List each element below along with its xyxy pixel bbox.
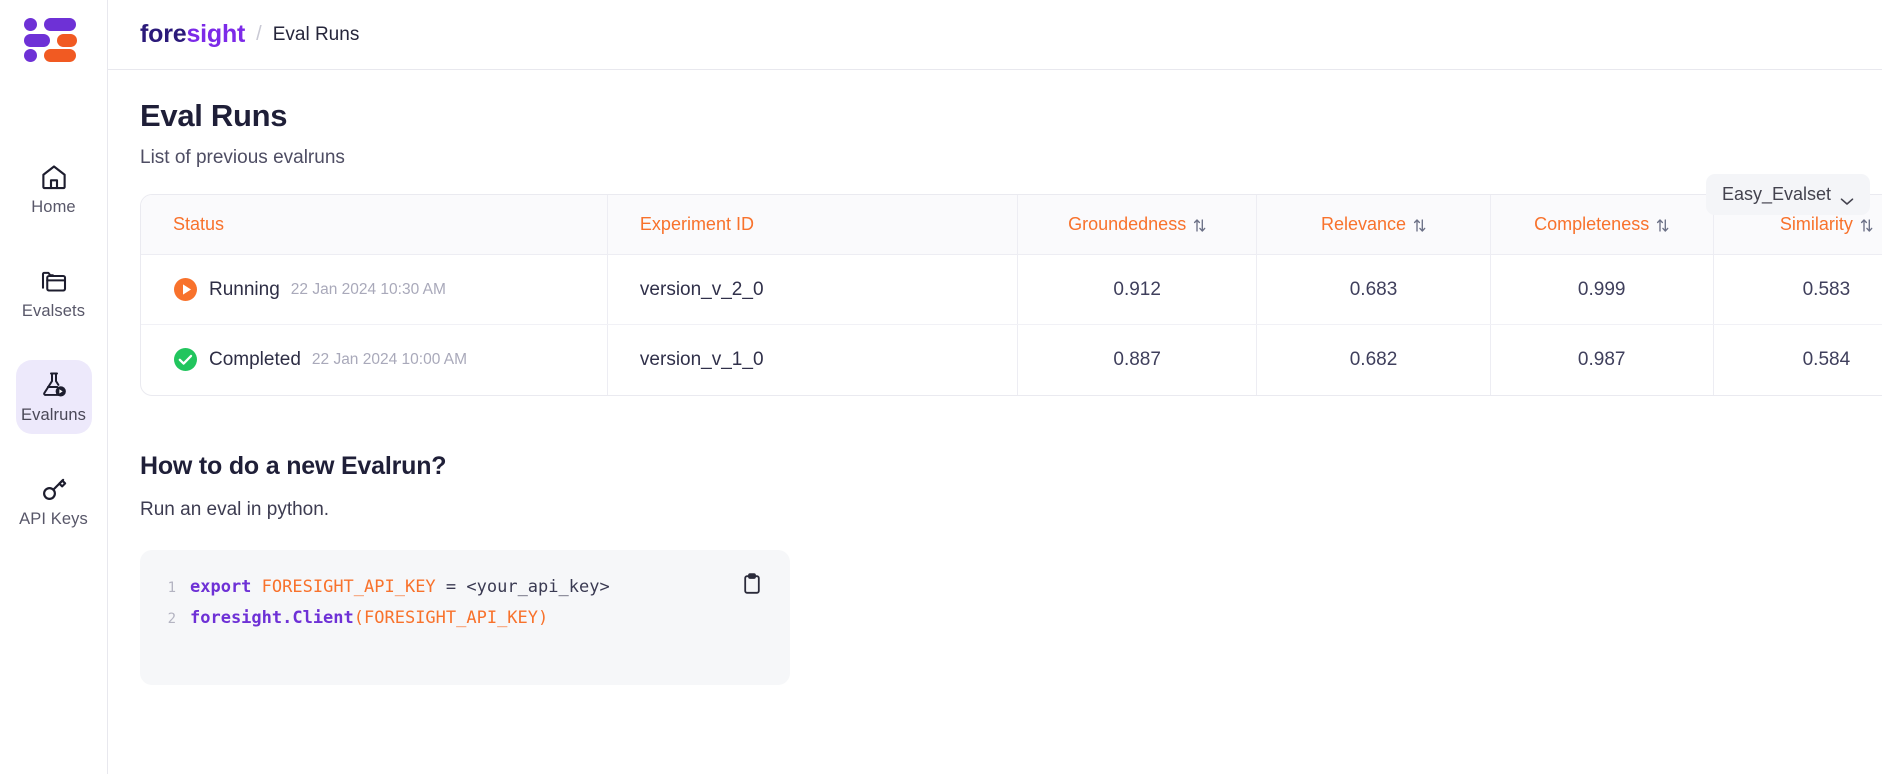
page-subtitle: List of previous evalruns [140, 147, 345, 168]
column-header-label: Completeness [1534, 214, 1650, 234]
main-area: foresight / Eval Runs Eval Runs List of … [108, 0, 1882, 774]
cell-similarity: 0.584 [1802, 348, 1851, 370]
code-line: 2 foresight.Client(FORESIGHT_API_KEY) [140, 603, 790, 634]
evalset-dropdown[interactable]: Easy_Evalset [1705, 174, 1870, 215]
code-token: foresight.Client [190, 607, 354, 628]
evalruns-table: Status Experiment ID Groundedness Releva… [140, 194, 1882, 396]
column-header-label: Groundedness [1068, 214, 1187, 234]
logo-pill-1 [43, 18, 76, 31]
breadcrumb-separator: / [256, 23, 262, 45]
column-header-label: Experiment ID [639, 214, 754, 234]
column-header-experiment-id[interactable]: Experiment ID [607, 195, 1018, 255]
logo-pill-3 [56, 33, 77, 47]
code-token: FORESIGHT_API_KEY [364, 607, 539, 628]
sidebar-item-label: Home [31, 197, 76, 216]
breadcrumb-current: Eval Runs [272, 23, 360, 45]
check-circle-icon [173, 347, 198, 372]
column-header-label: Similarity [1779, 214, 1853, 234]
code-token: FORESIGHT_API_KEY [261, 576, 436, 597]
code-content: foresight.Client(FORESIGHT_API_KEY) [190, 603, 548, 634]
column-header-completeness[interactable]: Completeness [1490, 195, 1714, 255]
code-token: ) [538, 607, 549, 628]
flask-play-icon [39, 370, 69, 400]
column-header-relevance[interactable]: Relevance [1256, 195, 1491, 255]
status-badge: Running [209, 278, 280, 300]
page-content: Eval Runs List of previous evalruns Easy… [108, 70, 1882, 685]
status-timestamp: 22 Jan 2024 10:30 AM [290, 280, 446, 298]
sort-icon[interactable] [1193, 217, 1206, 232]
logo-row-1 [23, 18, 84, 31]
app-root: Home Evalsets Evalruns API Keys foresigh… [0, 0, 1882, 774]
sidebar-item-label: Evalsets [21, 301, 86, 320]
status-timestamp: 22 Jan 2024 10:00 AM [311, 350, 468, 368]
sidebar-item-home[interactable]: Home [16, 152, 92, 226]
code-line: 1 export FORESIGHT_API_KEY = <your_api_k… [140, 572, 790, 603]
howto-title: How to do a new Evalrun? [140, 451, 447, 480]
sidebar-item-evalruns[interactable]: Evalruns [15, 360, 92, 434]
cell-groundedness: 0.887 [1017, 324, 1258, 395]
key-icon [39, 474, 69, 504]
folders-icon [39, 266, 69, 296]
line-number: 2 [167, 610, 176, 627]
code-block: 1 export FORESIGHT_API_KEY = <your_api_k… [140, 549, 790, 685]
sidebar: Home Evalsets Evalruns API Keys [0, 0, 108, 774]
logo-row-3 [23, 49, 84, 62]
status-badge: Completed [209, 348, 301, 370]
home-icon [39, 162, 69, 192]
logo-pill-4 [43, 49, 76, 62]
clipboard-copy-icon[interactable] [740, 572, 764, 596]
sidebar-nav: Home Evalsets Evalruns API Keys [0, 152, 107, 538]
logo-dot-2 [23, 49, 37, 62]
cell-relevance: 0.683 [1256, 254, 1491, 325]
sidebar-item-evalsets[interactable]: Evalsets [16, 256, 92, 330]
table-row[interactable]: Running 22 Jan 2024 10:30 AM version_v_2… [141, 254, 1882, 325]
foresight-logo-mark[interactable] [23, 14, 84, 66]
cell-experiment-id: version_v_2_0 [607, 254, 1018, 325]
brand-logo-text[interactable]: foresight [140, 20, 245, 49]
logo-dot-1 [23, 18, 37, 31]
column-header-status[interactable]: Status [141, 195, 608, 255]
column-header-label: Relevance [1320, 214, 1407, 234]
sidebar-item-api-keys[interactable]: API Keys [16, 464, 92, 538]
cell-relevance: 0.682 [1256, 324, 1491, 395]
cell-completeness: 0.987 [1490, 324, 1714, 395]
code-token: <your_api_key> [466, 576, 610, 597]
logo-pill-2 [23, 33, 50, 47]
cell-status: Running 22 Jan 2024 10:30 AM [141, 254, 608, 325]
code-token: ( [353, 607, 365, 628]
sort-icon[interactable] [1413, 217, 1426, 232]
play-circle-icon [173, 277, 198, 302]
column-header-label: Status [173, 214, 225, 234]
cell-status: Completed 22 Jan 2024 10:00 AM [141, 324, 608, 395]
code-token: export [190, 576, 252, 597]
cell-groundedness: 0.912 [1017, 254, 1258, 325]
column-header-groundedness[interactable]: Groundedness [1017, 195, 1258, 255]
page-title: Eval Runs [140, 98, 288, 133]
sort-icon[interactable] [1860, 217, 1873, 232]
howto-section: How to do a new Evalrun? Run an eval in … [140, 452, 1882, 685]
cell-similarity: 0.583 [1713, 254, 1882, 325]
code-content: export FORESIGHT_API_KEY = <your_api_key… [190, 572, 610, 603]
table-row[interactable]: Completed 22 Jan 2024 10:00 AM version_v… [141, 324, 1882, 395]
logo-row-2 [23, 33, 84, 47]
code-token: = [435, 576, 467, 597]
sidebar-item-label: API Keys [19, 509, 88, 528]
chevron-down-icon [1840, 190, 1854, 205]
brand-text-second: sight [186, 20, 246, 48]
table-header-row: Status Experiment ID Groundedness Releva… [141, 195, 1882, 255]
cell-experiment-id: version_v_1_0 [607, 324, 1018, 395]
line-number: 1 [167, 579, 176, 596]
brand-text-first: fore [140, 20, 187, 48]
breadcrumb: foresight / Eval Runs [108, 0, 1882, 70]
cell-completeness: 0.999 [1490, 254, 1714, 325]
evalset-dropdown-value: Easy_Evalset [1721, 184, 1831, 204]
howto-subtitle: Run an eval in python. [140, 498, 330, 520]
sidebar-item-label: Evalruns [21, 405, 86, 424]
sort-icon[interactable] [1656, 217, 1669, 232]
